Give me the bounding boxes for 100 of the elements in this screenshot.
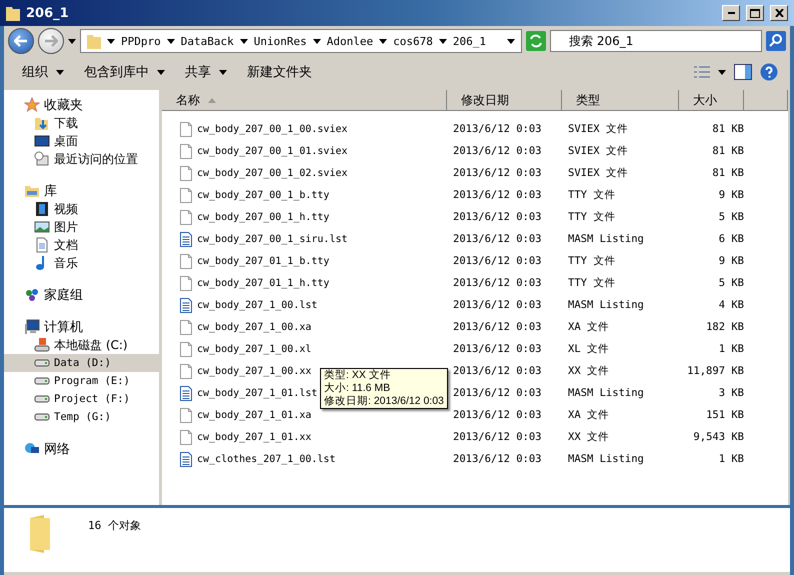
breadcrumb-link[interactable]: 206_1 <box>452 34 486 48</box>
file-name[interactable]: cw_body_207_00_1_b.tty <box>162 188 447 202</box>
search-field[interactable]: 搜索 206_1 <box>550 30 762 52</box>
close-icon <box>774 9 784 17</box>
drive-icon <box>34 377 50 385</box>
toolbar-button[interactable]: 新建文件夹 <box>241 61 318 83</box>
file-icon <box>180 122 192 136</box>
text-file-icon <box>180 298 192 312</box>
preview-pane-icon[interactable] <box>734 64 752 80</box>
date-cell-text: 2013/6/12 0:03 <box>452 189 543 201</box>
file-name[interactable]: cw_body_207_00_1_h.tty <box>162 210 447 224</box>
tooltip-text: 大小: 11.6 MB <box>324 382 392 395</box>
type-cell-text: TTY 文件 <box>567 210 616 224</box>
toolbar-button[interactable]: 组织 <box>16 61 70 83</box>
sidebar-item[interactable]: Temp (G:) <box>4 408 159 426</box>
file-icon <box>180 320 192 334</box>
type-cell-text: XA 文件 <box>567 408 610 422</box>
column-header[interactable]: 大小 <box>679 90 744 111</box>
breadcrumb-link[interactable]: cos678 <box>393 34 433 48</box>
homegroup-icon <box>24 287 40 303</box>
sidebar-item[interactable]: 收藏夹 <box>4 96 159 114</box>
maximize-button[interactable] <box>746 5 764 21</box>
date-cell-text: 2013/6/12 0:03 <box>452 145 543 157</box>
column-header[interactable]: 名称 <box>162 90 447 111</box>
system-drive-icon <box>34 337 50 353</box>
sidebar-item[interactable]: 库 <box>4 182 159 200</box>
size-cell-text: 9,543 KB <box>692 431 744 443</box>
type-cell-text: MASM Listing <box>567 453 645 465</box>
refresh-icon[interactable] <box>526 31 546 51</box>
file-name[interactable]: cw_body_207_00_1_00.sviex <box>162 122 447 136</box>
view-options-icon[interactable] <box>694 66 710 78</box>
file-icon <box>180 188 192 202</box>
caret-icon <box>507 38 515 44</box>
size-cell-text: 182 KB <box>705 321 744 333</box>
sidebar-item[interactable]: 视频 <box>4 200 159 218</box>
file-name[interactable]: cw_body_207_01_1_h.tty <box>162 276 447 290</box>
file-name[interactable]: cw_body_207_1_00.lst <box>162 298 447 312</box>
size-cell-text: 9 KB <box>718 255 744 267</box>
back-button[interactable] <box>8 28 34 54</box>
type-cell-text: SVIEX 文件 <box>567 166 629 180</box>
window-title: 206_1 <box>26 6 70 20</box>
breadcrumb-link[interactable]: Adonlee <box>326 34 374 48</box>
text-file-icon <box>180 232 192 246</box>
maximize-icon <box>750 8 760 18</box>
caret-icon <box>379 38 388 44</box>
back-arrow-icon <box>14 35 28 47</box>
search-icon[interactable] <box>766 31 786 51</box>
file-name[interactable]: cw_body_207_00_1_siru.lst <box>162 232 447 246</box>
file-icon <box>180 166 192 180</box>
column-header <box>744 90 788 111</box>
file-name[interactable]: cw_clothes_207_1_00.lst <box>162 452 447 466</box>
sidebar-item[interactable]: 音乐 <box>4 254 159 272</box>
column-header[interactable]: 类型 <box>562 90 679 111</box>
caret-icon <box>718 70 726 74</box>
tooltip-text: 类型: XX 文件 <box>324 369 392 382</box>
size-cell-text: 81 KB <box>711 167 744 179</box>
type-cell-text: XA 文件 <box>567 320 610 334</box>
file-name[interactable]: cw_body_207_1_00.xl <box>162 342 447 356</box>
sidebar-item[interactable]: 本地磁盘 (C:) <box>4 336 159 354</box>
help-icon[interactable] <box>760 63 778 81</box>
computer-icon <box>24 319 40 335</box>
toolbar-button[interactable]: 共享 <box>179 61 233 83</box>
address-bar[interactable]: PPDpro DataBack UnionRes Adonlee cos678 206_1 <box>80 29 522 53</box>
file-name[interactable]: cw_body_207_00_1_02.sviex <box>162 166 447 180</box>
file-name[interactable]: cw_body_207_00_1_01.sviex <box>162 144 447 158</box>
toolbar-button[interactable]: 包含到库中 <box>78 61 171 83</box>
date-cell-text: 2013/6/12 0:03 <box>452 299 543 311</box>
caret-icon <box>312 38 321 44</box>
forward-button[interactable] <box>38 28 64 54</box>
type-cell-text: MASM Listing <box>567 233 645 245</box>
column-header[interactable]: 修改日期 <box>447 90 562 111</box>
date-cell-text: 2013/6/12 0:03 <box>452 387 543 399</box>
close-button[interactable] <box>770 5 788 21</box>
breadcrumb-link[interactable]: PPDpro <box>121 34 161 48</box>
date-cell-text: 2013/6/12 0:03 <box>452 255 543 267</box>
picture-icon <box>34 219 50 235</box>
sidebar-item[interactable]: 下载 <box>4 114 159 132</box>
sidebar-item[interactable]: Program (E:) <box>4 372 159 390</box>
type-cell-text: XX 文件 <box>567 364 610 378</box>
caret-icon <box>438 38 447 44</box>
sidebar-item[interactable]: 家庭组 <box>4 286 159 304</box>
sidebar-item[interactable]: Project (F:) <box>4 390 159 408</box>
sidebar-item[interactable]: 桌面 <box>4 132 159 150</box>
size-cell-text: 1 KB <box>718 453 744 465</box>
sidebar-item[interactable]: 计算机 <box>4 318 159 336</box>
sidebar-item[interactable]: 图片 <box>4 218 159 236</box>
caret-icon <box>107 38 115 44</box>
sidebar-item[interactable]: 文档 <box>4 236 159 254</box>
minimize-button[interactable] <box>722 5 740 21</box>
sidebar-item[interactable]: 最近访问的位置 <box>4 150 159 168</box>
forward-arrow-icon <box>44 35 58 47</box>
file-name[interactable]: cw_body_207_1_00.xa <box>162 320 447 334</box>
file-name[interactable]: cw_body_207_01_1_b.tty <box>162 254 447 268</box>
sidebar-item[interactable]: Data (D:) <box>4 354 159 372</box>
file-name[interactable]: cw_body_207_1_01.xx <box>162 430 447 444</box>
date-cell-text: 2013/6/12 0:03 <box>452 453 543 465</box>
file-name[interactable]: cw_body_207_1_01.xa <box>162 408 447 422</box>
breadcrumb-link[interactable]: UnionRes <box>254 34 307 48</box>
sidebar-item[interactable]: 网络 <box>4 440 159 458</box>
breadcrumb-link[interactable]: DataBack <box>180 34 234 48</box>
